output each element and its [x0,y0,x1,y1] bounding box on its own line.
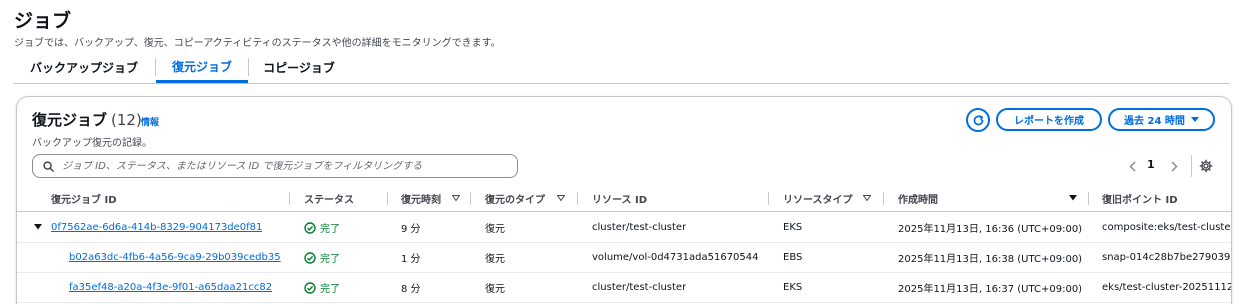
restore-time-cell: 9 分 [401,224,421,235]
restore-time-cell: 1 分 [401,254,421,265]
sort-active-icon[interactable] [1069,195,1077,201]
status-text: 完了 [320,254,340,265]
settings-gear-icon[interactable] [1199,159,1213,173]
created-time-cell: 2025年11月13日, 16:38 (UTC+09:00) [898,254,1083,265]
restore-type-cell: 復元 [485,224,505,235]
job-count: (12) [111,111,142,129]
column-header-restore-job-id[interactable]: 復元ジョブ ID [51,185,117,211]
container-description: バックアップ復元の記録。 [32,138,152,149]
restore-type-cell: 復元 [485,284,505,295]
info-link[interactable]: 情報 [141,115,159,128]
column-header-restore-type[interactable]: 復元のタイプ [485,185,545,211]
previous-page-button[interactable] [1125,158,1139,174]
refresh-icon [973,114,983,125]
create-report-button[interactable]: レポートを作成 [996,108,1102,131]
table-header: 復元ジョブ ID ステータス 復元時刻 復元のタイプ リソース ID リソースタ… [17,185,1231,212]
column-header-created-time[interactable]: 作成時間 [898,185,938,211]
created-time-cell: 2025年11月13日, 16:37 (UTC+09:00) [898,284,1083,295]
column-header-resource-id[interactable]: リソース ID [592,185,647,211]
column-header-recovery-point-id[interactable]: 復旧ポイント ID [1102,185,1178,211]
table-row: fa35ef48-a20a-4f3e-9f01-a65daa21cc82 完了 … [17,273,1232,303]
success-check-icon [304,221,316,234]
status-cell: 完了 [304,213,340,242]
expand-caret-icon[interactable] [34,224,42,230]
filter-input[interactable] [62,160,502,172]
page-title: ジョブ [14,10,72,32]
success-check-icon [304,281,316,294]
column-header-resource-type[interactable]: リソースタイプ [783,185,853,211]
sort-icon[interactable] [557,195,565,201]
tab-copy-jobs[interactable]: コピージョブ [249,52,349,83]
column-divider [1088,192,1089,205]
job-tabs: バックアップジョブ 復元ジョブ コピージョブ [14,52,1230,84]
column-divider [387,192,388,205]
status-text: 完了 [320,224,340,235]
chevron-right-icon [1170,160,1178,172]
table-row: b02a63dc-4fb6-4a56-9ca9-29b039cedb35 完了 … [17,243,1232,273]
time-range-dropdown[interactable]: 過去 24 時間 [1108,108,1215,131]
container-header: 復元ジョブ (12) [32,109,142,130]
column-divider [577,192,578,205]
restore-job-id-link[interactable]: fa35ef48-a20a-4f3e-9f01-a65daa21cc82 [69,273,272,302]
tab-backup-jobs[interactable]: バックアップジョブ [14,52,154,83]
recovery-point-cell: composite:eks/test-cluster [1102,222,1232,233]
column-header-restore-time[interactable]: 復元時刻 [401,185,441,211]
resource-type-cell: EBS [783,252,803,263]
page-number[interactable]: 1 [1147,158,1155,171]
column-divider [883,192,884,205]
table-row: 0f7562ae-6d6a-414b-8329-904173de0f81 完了 … [17,213,1232,243]
time-range-label: 過去 24 時間 [1124,116,1185,127]
container-title: 復元ジョブ [32,111,108,129]
refresh-button[interactable] [966,108,990,132]
page-description: ジョブでは、バックアップ、復元、コピーアクティビティのステータスや他の詳細をモニ… [14,38,501,49]
created-time-cell: 2025年11月13日, 16:36 (UTC+09:00) [898,224,1083,235]
resource-id-cell: cluster/test-cluster [592,222,687,233]
sort-icon[interactable] [863,195,871,201]
resource-id-cell: cluster/test-cluster [592,282,687,293]
tab-restore-jobs[interactable]: 復元ジョブ [156,52,248,83]
column-divider [470,192,471,205]
restore-job-id-link[interactable]: b02a63dc-4fb6-4a56-9ca9-29b039cedb35 [69,243,281,272]
chevron-left-icon [1128,160,1136,172]
restore-job-id-link[interactable]: 0f7562ae-6d6a-414b-8329-904173de0f81 [51,213,262,242]
restore-type-cell: 復元 [485,254,505,265]
column-divider [768,192,769,205]
restore-time-cell: 8 分 [401,284,421,295]
column-divider [289,192,290,205]
pagination-divider [1191,155,1192,177]
caret-down-icon [1190,116,1199,122]
recovery-point-cell: eks/test-cluster-20251112 [1102,282,1232,293]
restore-jobs-container: 復元ジョブ (12) 情報 バックアップ復元の記録。 レポートを作成 過去 24 … [16,96,1232,304]
resource-id-cell: volume/vol-0d4731ada51670544 [592,252,759,263]
status-text: 完了 [320,284,340,295]
filter-box[interactable] [32,154,518,178]
recovery-point-cell: snap-014c28b7be2790395 [1102,252,1232,263]
status-cell: 完了 [304,273,340,302]
search-icon [43,160,54,172]
resource-type-cell: EKS [783,222,803,233]
column-header-status[interactable]: ステータス [304,185,354,211]
sort-icon[interactable] [452,195,460,201]
resource-type-cell: EKS [783,282,803,293]
success-check-icon [304,251,316,264]
next-page-button[interactable] [1167,158,1181,174]
status-cell: 完了 [304,243,340,272]
